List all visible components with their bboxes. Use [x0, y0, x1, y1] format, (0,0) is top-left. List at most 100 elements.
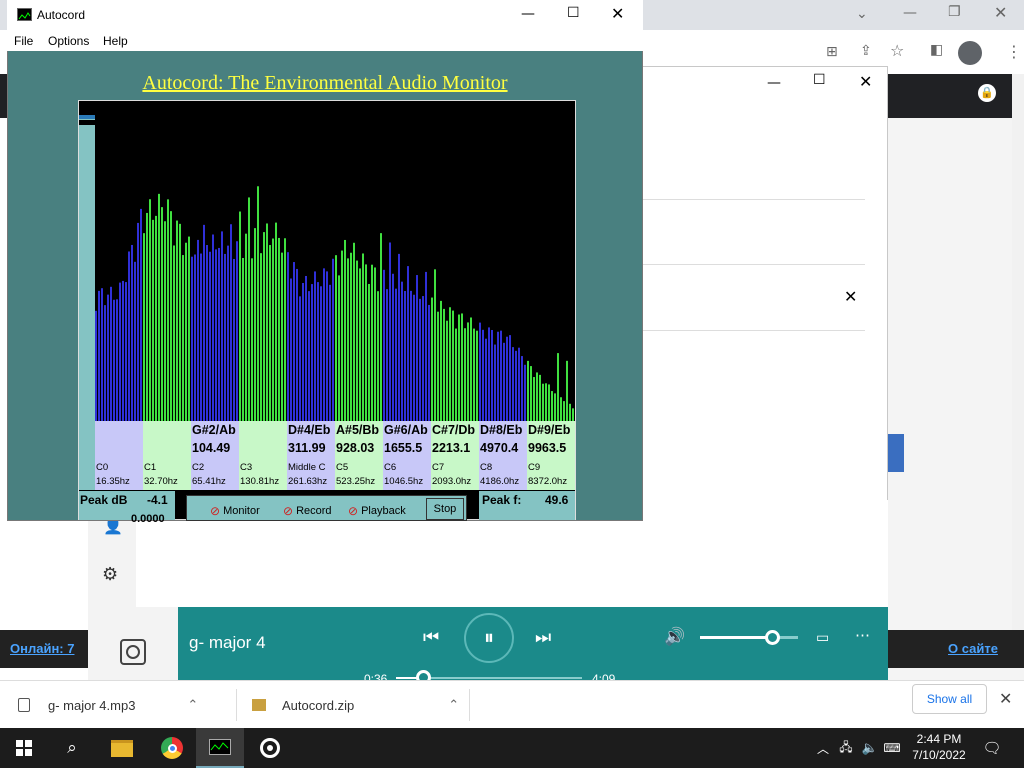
show-all-button[interactable]: Show all	[912, 684, 987, 714]
note-name: D#8/Eb	[480, 423, 523, 437]
note-cell	[95, 421, 143, 461]
dialog-maximize-icon[interactable]: ☐	[813, 72, 826, 88]
spectrum-bar	[113, 299, 115, 421]
translate-icon[interactable]: ⊞	[826, 44, 838, 60]
spectrum-bar	[263, 232, 265, 421]
octave-frequency: 8372.0hz	[528, 476, 568, 487]
volume-slider[interactable]	[700, 630, 798, 645]
menu-icon[interactable]: ⋮	[1006, 42, 1022, 61]
previous-icon[interactable]: ⏮	[423, 627, 439, 648]
spectrum-bar	[440, 300, 442, 421]
tab-search-icon[interactable]: ⌄	[856, 6, 868, 22]
spectrum-bar	[335, 255, 337, 421]
spectrum-bar	[320, 286, 322, 421]
more-options-icon[interactable]: ⋯	[855, 626, 870, 644]
spectrum-bar	[377, 291, 379, 421]
monitor-toggle[interactable]: ⊘ Monitor	[210, 504, 260, 518]
about-link[interactable]: О сайте	[948, 641, 998, 656]
chrome-icon[interactable]	[148, 728, 196, 768]
spectrum-bar	[356, 260, 358, 421]
note-frequency: 104.49	[192, 441, 231, 455]
spectrum-bar	[422, 296, 424, 421]
menu-file[interactable]: File	[14, 34, 33, 48]
dialog-minimize-icon[interactable]: —	[767, 75, 781, 91]
spectrum-bar	[248, 197, 250, 421]
spectrum-bar	[134, 261, 136, 421]
notification-icon[interactable]: 🗨	[980, 728, 1004, 768]
autocord-maximize-icon[interactable]: ☐	[567, 5, 580, 21]
note-cell: D#9/Eb 9963.5	[527, 421, 575, 461]
record-toggle[interactable]: ⊘ Record	[283, 504, 332, 518]
spectrum-bar	[566, 360, 568, 421]
spectrum-bar	[539, 374, 541, 421]
spectrum-bar	[224, 253, 226, 421]
spectrum-bar	[251, 258, 253, 421]
autocord-taskbar-icon[interactable]	[196, 728, 244, 768]
start-button[interactable]	[0, 728, 48, 768]
spectrum-bar	[392, 273, 394, 421]
playback-toggle[interactable]: ⊘ Playback	[348, 504, 406, 518]
spectrum-bar	[536, 372, 538, 421]
clock[interactable]: 2:44 PM 7/10/2022	[908, 731, 970, 763]
close-downloads-icon[interactable]: ✕	[999, 689, 1012, 709]
octave-name: C0	[96, 462, 109, 473]
note-name: G#2/Ab	[192, 423, 236, 437]
autocord-close-icon[interactable]: ✕	[611, 4, 624, 23]
search-icon[interactable]: ⌕	[48, 728, 96, 768]
spectrum-bar	[194, 254, 196, 421]
spectrum-bar	[434, 269, 436, 421]
speaker-icon[interactable]: 🔈	[860, 728, 880, 768]
next-icon[interactable]: ⏭	[535, 627, 551, 648]
restore-icon[interactable]: ❐	[948, 4, 961, 20]
language-icon[interactable]: ⌨	[882, 728, 902, 768]
autocord-heading[interactable]: Autocord: The Environmental Audio Monito…	[7, 72, 643, 95]
spectrum-bar	[137, 222, 139, 421]
chevron-up-icon[interactable]: ⌃	[448, 697, 459, 713]
profile-avatar[interactable]	[958, 41, 982, 65]
spectrum-bar	[179, 223, 181, 421]
pause-button[interactable]: ⏸	[464, 613, 514, 663]
minimize-icon[interactable]: —	[903, 5, 917, 21]
spectrum-bar	[527, 360, 529, 421]
scrollbar[interactable]	[1012, 74, 1024, 664]
disabled-icon: ⊘	[348, 504, 359, 518]
spectrum-bar	[329, 284, 331, 421]
media-player-icon[interactable]	[246, 728, 294, 768]
spectrum-bar	[236, 241, 238, 421]
stop-button[interactable]: Stop	[426, 498, 464, 520]
octave-cell: C0 16.35hz	[95, 461, 143, 490]
octave-frequency: 32.70hz	[144, 476, 178, 487]
side-panel-icon[interactable]: ◧	[930, 42, 943, 58]
share-icon[interactable]: ⇪	[860, 43, 872, 59]
spectrum-bar	[230, 224, 232, 421]
spectrum-bar	[533, 377, 535, 421]
spectrum-bar	[296, 268, 298, 421]
settings-icon[interactable]: ⚙	[102, 564, 118, 585]
file-explorer-icon[interactable]	[98, 728, 146, 768]
tray-chevron-icon[interactable]: ︿	[813, 728, 833, 768]
autocord-app-icon	[17, 8, 32, 21]
spectrum-bar	[203, 224, 205, 421]
download-item[interactable]: Autocord.zip ⌃	[252, 681, 459, 729]
spectrum-bar	[245, 233, 247, 421]
network-icon[interactable]: 🖧	[836, 728, 856, 768]
bookmark-star-icon[interactable]: ☆	[890, 41, 904, 60]
volume-slider-thumb[interactable]	[764, 630, 780, 645]
spectrum-bar	[488, 327, 490, 421]
seek-bar[interactable]	[396, 670, 582, 685]
spectrum-bar	[470, 317, 472, 421]
volume-icon[interactable]: 🔊	[664, 627, 685, 647]
online-count-link[interactable]: Онлайн: 7	[10, 641, 74, 656]
spectrum-bar	[314, 271, 316, 421]
chevron-up-icon[interactable]: ⌃	[187, 697, 198, 713]
menu-options[interactable]: Options	[48, 34, 89, 48]
dismiss-icon[interactable]: ✕	[844, 287, 857, 306]
autocord-minimize-icon[interactable]: —	[521, 6, 535, 22]
lock-icon[interactable]: 🔒	[978, 84, 996, 102]
download-item[interactable]: g- major 4.mp3 ⌃	[18, 681, 198, 729]
mini-player-icon[interactable]: ▭	[816, 629, 829, 646]
menu-help[interactable]: Help	[103, 34, 128, 48]
dialog-close-icon[interactable]: ✕	[859, 72, 872, 91]
spectrum-bar	[449, 307, 451, 421]
close-icon[interactable]: ✕	[994, 3, 1007, 22]
